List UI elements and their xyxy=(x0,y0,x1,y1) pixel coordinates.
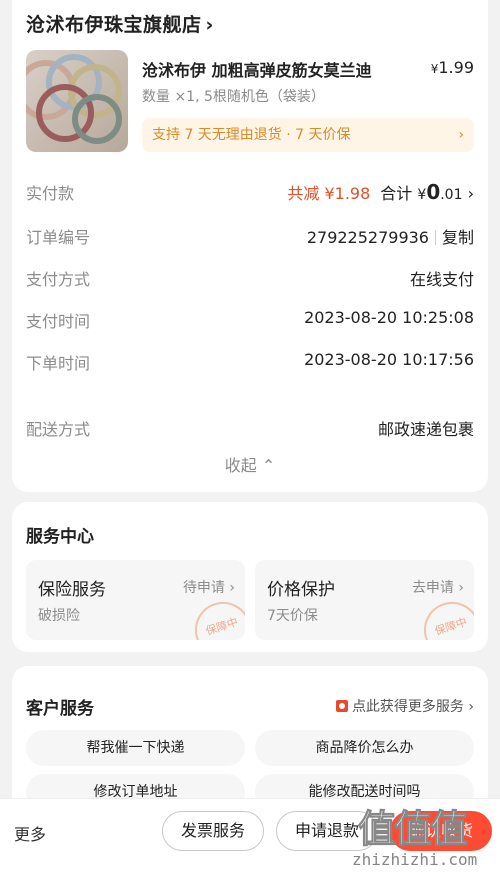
copy-button[interactable]: 复制 xyxy=(442,228,474,247)
payment-time-value: 2023-08-20 10:25:08 xyxy=(304,308,474,327)
delivery-method-label: 配送方式 xyxy=(26,420,91,439)
paid-label: 实付款 xyxy=(26,184,75,203)
price-protection-card[interactable]: 价格保护 7天价保 去申请 › 保障中 xyxy=(255,560,474,640)
insurance-title: 保险服务 xyxy=(38,580,106,600)
more-actions-button[interactable]: 更多 xyxy=(14,821,46,845)
price-protection-title: 价格保护 xyxy=(267,580,335,600)
more-services-link[interactable]: 点此获得更多服务 › xyxy=(335,696,474,716)
confirm-receipt-button[interactable]: 确认收货 xyxy=(390,811,492,851)
price-protection-apply-link[interactable]: 去申请 › xyxy=(412,577,464,597)
paid-amount-row[interactable]: 实付款 共减 ¥1.98 合计 ¥0.01 › xyxy=(26,180,474,208)
paid-value: 共减 ¥1.98 合计 ¥0.01 › xyxy=(287,180,474,204)
request-refund-button[interactable]: 申请退款 xyxy=(276,811,378,851)
customer-service-title: 客户服务 xyxy=(26,699,94,719)
payment-method-label: 支付方式 xyxy=(26,270,91,289)
protected-stamp-icon: 保障中 xyxy=(416,594,474,640)
collapse-button[interactable]: 收起 ⌃ xyxy=(12,452,488,476)
chevron-right-icon: › xyxy=(458,127,464,143)
order-card: 沧沭布伊珠宝旗舰店 › 沧沭布伊 加粗高弹皮筋女莫兰迪 ¥1.99 数量 ×1, … xyxy=(12,0,488,492)
chevron-right-icon: › xyxy=(205,14,214,36)
insurance-sub: 破损险 xyxy=(38,608,80,624)
product-image[interactable] xyxy=(26,50,128,152)
service-center-card: 服务中心 保险服务 破损险 待申请 › 保障中 价格保护 7天价保 去申请 › … xyxy=(12,502,488,652)
store-name: 沧沭布伊珠宝旗舰店 xyxy=(26,14,202,36)
insurance-service-card[interactable]: 保险服务 破损险 待申请 › 保障中 xyxy=(26,560,245,640)
payment-method-row: 支付方式 在线支付 xyxy=(26,266,474,294)
divider xyxy=(434,230,436,245)
order-time-row: 下单时间 2023-08-20 10:17:56 xyxy=(26,350,474,378)
return-guarantee-banner[interactable]: 支持 7 天无理由退货 · 7 天价保 › xyxy=(142,118,474,152)
chevron-right-icon: › xyxy=(467,184,474,203)
total-amount: 0 xyxy=(426,180,441,204)
protected-stamp-icon: 保障中 xyxy=(187,594,245,640)
product-spec: 数量 ×1, 5根随机色（袋装） xyxy=(142,89,325,105)
order-time-label: 下单时间 xyxy=(26,354,91,373)
order-number: 279225279936 xyxy=(306,228,429,247)
service-center-title: 服务中心 xyxy=(26,527,94,547)
delivery-method-value: 邮政速递包裹 xyxy=(377,420,474,439)
payment-method-value: 在线支付 xyxy=(409,270,474,289)
insurance-apply-link[interactable]: 待申请 › xyxy=(183,577,235,597)
product-price: ¥1.99 xyxy=(430,58,474,77)
order-number-row: 订单编号 279225279936 复制 xyxy=(26,224,474,252)
store-name-link[interactable]: 沧沭布伊珠宝旗舰店 › xyxy=(26,10,214,37)
total-label: 合计 xyxy=(380,184,413,203)
bottom-action-bar: 更多 发票服务 申请退款 确认收货 xyxy=(0,798,500,878)
payment-time-row: 支付时间 2023-08-20 10:25:08 xyxy=(26,308,474,336)
service-flag-icon xyxy=(335,700,348,712)
price-protection-sub: 7天价保 xyxy=(267,608,318,624)
invoice-service-button[interactable]: 发票服务 xyxy=(162,811,264,851)
payment-time-label: 支付时间 xyxy=(26,312,91,331)
discount-total: 共减 ¥1.98 xyxy=(287,184,371,203)
product-title[interactable]: 沧沭布伊 加粗高弹皮筋女莫兰迪 xyxy=(142,57,372,81)
delivery-method-row: 配送方式 邮政速递包裹 xyxy=(26,416,474,444)
quick-question-button[interactable]: 商品降价怎么办 xyxy=(255,730,474,766)
order-time-value: 2023-08-20 10:17:56 xyxy=(304,350,474,369)
quick-question-button[interactable]: 帮我催一下快递 xyxy=(26,730,245,766)
promo-text: 支持 7 天无理由退货 · 7 天价保 xyxy=(152,127,351,143)
order-number-label: 订单编号 xyxy=(26,228,91,247)
